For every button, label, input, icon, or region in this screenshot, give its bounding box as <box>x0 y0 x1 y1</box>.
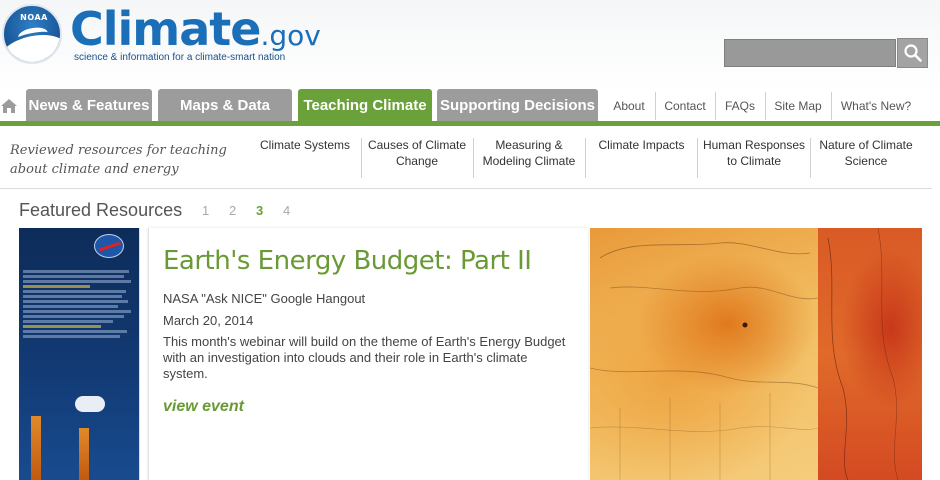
search-button[interactable] <box>897 38 928 68</box>
pager-page-4[interactable]: 4 <box>283 203 290 218</box>
pager-page-2[interactable]: 2 <box>229 203 236 218</box>
divider <box>697 138 698 178</box>
subnav-item-climate-impacts[interactable]: Climate Impacts <box>588 137 695 177</box>
heat-arrow <box>31 416 41 480</box>
link-site-map[interactable]: Site Map <box>769 96 827 116</box>
noaa-logo-text: NOAA <box>20 13 48 22</box>
divider <box>655 92 656 120</box>
divider <box>810 138 811 178</box>
link-contact[interactable]: Contact <box>659 96 711 116</box>
brand-name: Climate <box>70 2 261 56</box>
divider <box>715 92 716 120</box>
tab-maps-data[interactable]: Maps & Data <box>158 89 292 121</box>
tab-supporting-decisions[interactable]: Supporting Decisions <box>437 89 598 121</box>
featured-resources-heading: Featured Resources <box>19 200 183 220</box>
cloud-shape <box>75 396 105 412</box>
subnav-item-nature-of-climate-science[interactable]: Nature of Climate Science <box>812 137 920 177</box>
link-whats-new[interactable]: What's New? <box>835 96 917 116</box>
energy-budget-poster-image[interactable] <box>19 228 140 480</box>
brand-tld: .gov <box>260 19 321 52</box>
resource-date: March 20, 2014 <box>163 313 254 328</box>
poster-text-texture <box>23 268 135 340</box>
divider <box>361 138 362 178</box>
nasa-logo <box>94 234 124 258</box>
map-outline-shape <box>590 242 818 480</box>
divider <box>473 138 474 178</box>
temperature-map-secondary-image[interactable] <box>818 228 922 480</box>
heat-arrow <box>79 428 89 480</box>
subnav-description: Reviewed resources for teaching about cl… <box>10 143 227 177</box>
subnav-item-causes[interactable]: Causes of Climate Change <box>364 137 470 177</box>
divider <box>765 92 766 120</box>
noaa-logo[interactable]: NOAA <box>2 4 62 64</box>
temperature-map-image[interactable] <box>590 228 818 480</box>
map-outline-shape <box>827 228 899 480</box>
divider <box>585 138 586 178</box>
pager-page-3[interactable]: 3 <box>256 203 263 218</box>
subnav-item-measuring-modeling[interactable]: Measuring & Modeling Climate <box>476 137 582 177</box>
site-tagline: science & information for a climate-smar… <box>74 52 286 63</box>
search-icon <box>903 44 922 62</box>
divider <box>831 92 832 120</box>
pager-page-1[interactable]: 1 <box>202 203 209 218</box>
search-input[interactable] <box>724 39 896 67</box>
section-divider <box>0 188 932 189</box>
home-icon[interactable] <box>0 97 18 115</box>
link-faqs[interactable]: FAQs <box>719 96 761 116</box>
site-logo-wordmark[interactable]: Climate.gov <box>70 2 321 56</box>
resource-subtitle: NASA "Ask NICE" Google Hangout <box>163 291 366 306</box>
page-edge <box>922 228 940 480</box>
subnav-item-human-responses[interactable]: Human Responses to Climate <box>700 137 808 177</box>
resource-title[interactable]: Earth's Energy Budget: Part II <box>163 246 532 276</box>
resource-description: This month's webinar will build on the t… <box>163 334 566 381</box>
tab-teaching-climate[interactable]: Teaching Climate <box>298 89 432 121</box>
tab-news-features[interactable]: News & Features <box>26 89 152 121</box>
subnav-item-climate-systems[interactable]: Climate Systems <box>252 137 358 177</box>
link-about[interactable]: About <box>607 96 651 116</box>
view-event-link[interactable]: view event <box>163 398 244 416</box>
